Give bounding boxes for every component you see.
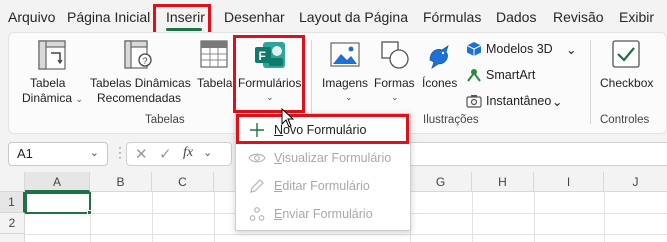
mouse-cursor-icon [281, 108, 295, 128]
grid-line [25, 234, 667, 235]
cancel-icon[interactable]: ✕ [135, 145, 148, 163]
group-label-controles: Controles [600, 114, 650, 126]
menu-item-label: Visualizar Formulário [274, 151, 392, 165]
imagens-label: Imagens [322, 76, 369, 90]
select-all-corner[interactable] [0, 172, 25, 192]
group-label-tabelas: Tabelas [145, 114, 185, 126]
table-icon [200, 40, 228, 68]
pencil-icon [250, 179, 264, 193]
menu-item-visualizar-formulario: Visualizar Formulário [236, 147, 412, 169]
shapes-icon [381, 41, 409, 69]
tabela-dinamica-label-1: Tabela [30, 76, 66, 90]
group-separator [590, 40, 591, 124]
enter-check-icon[interactable]: ✓ [159, 145, 172, 163]
imagens-chevron-icon: ⌄ [345, 92, 353, 102]
menu-item-label: Enviar Formulário [274, 207, 373, 221]
tab-exibir[interactable]: Exibir [619, 9, 654, 25]
column-header[interactable]: J [604, 172, 667, 192]
tab-layout-da-pagina[interactable]: Layout da Página [299, 9, 408, 25]
column-header[interactable]: A [25, 172, 90, 192]
fx-chevron-icon[interactable]: ⌄ [203, 146, 212, 159]
cube-3d-icon [466, 42, 482, 56]
menu-item-label: Editar Formulário [274, 179, 370, 193]
smartart-icon [467, 69, 481, 82]
tabelas-recomendadas-label-2: Recomendadas [97, 91, 182, 105]
smartart-label: SmartArt [486, 68, 536, 82]
group-separator [311, 40, 312, 124]
screenshot-camera-icon [466, 95, 482, 108]
checkbox-label: Checkbox [600, 76, 654, 90]
selected-cell-a1[interactable] [25, 192, 91, 214]
formula-bar-grip-icon: ⋮ [113, 144, 127, 160]
formas-chevron-icon: ⌄ [391, 92, 399, 102]
icones-label: Ícones [422, 76, 458, 90]
row-header[interactable]: 2 [0, 213, 25, 234]
tab-dados[interactable]: Dados [496, 9, 536, 25]
pivot-table-icon [38, 40, 66, 70]
insert-function-icon[interactable]: fx [183, 145, 193, 161]
highlight-box-novo-formulario [236, 114, 409, 144]
instantaneo-label: Instantâneo [486, 94, 552, 108]
formula-input[interactable] [410, 142, 667, 166]
column-header[interactable]: G [410, 172, 472, 192]
tab-pagina-inicial[interactable]: Página Inicial [67, 9, 150, 25]
column-header[interactable]: I [534, 172, 604, 192]
group-label-ilustracoes: Ilustrações [423, 114, 479, 126]
highlight-box-inserir [153, 4, 211, 35]
tabela-label: Tabela [197, 76, 233, 90]
modelos-3d-chevron-icon: ⌄ [566, 43, 577, 57]
share-icon [249, 207, 265, 221]
column-header[interactable]: B [90, 172, 152, 192]
svg-text:?: ? [143, 56, 148, 66]
highlight-box-formularios [233, 35, 305, 113]
name-box-value: A1 [17, 146, 33, 161]
tabela-dinamica-label-2: Dinâmica ⌄ [22, 91, 83, 105]
row-header[interactable]: 1 [0, 192, 25, 213]
image-icon [330, 42, 360, 67]
checkbox-icon [612, 40, 640, 68]
formula-buttons: ✕ ✓ fx ⌄ [126, 142, 232, 166]
column-header[interactable]: C [152, 172, 214, 192]
formas-label: Formas [374, 76, 415, 90]
eye-icon [248, 153, 266, 163]
tab-arquivo[interactable]: Arquivo [8, 9, 55, 25]
tab-desenhar[interactable]: Desenhar [224, 9, 285, 25]
menu-bar: Arquivo Página Inicial Inserir Desenhar … [0, 0, 667, 34]
tab-revisao[interactable]: Revisão [553, 9, 604, 25]
instantaneo-chevron-icon: ⌄ [552, 95, 563, 109]
icons-bird-icon [429, 45, 449, 69]
name-box[interactable]: A1 ⌄ [8, 142, 108, 166]
menu-item-editar-formulario: Editar Formulário [236, 175, 412, 197]
recommended-pivot-icon: ? [124, 40, 152, 69]
column-header[interactable]: H [472, 172, 534, 192]
row-header[interactable] [0, 234, 25, 242]
tab-formulas[interactable]: Fórmulas [423, 9, 481, 25]
menu-item-enviar-formulario: Enviar Formulário [236, 203, 412, 225]
name-box-chevron-icon[interactable]: ⌄ [90, 146, 99, 159]
modelos-3d-label: Modelos 3D [486, 42, 553, 56]
tabelas-recomendadas-label-1: Tabelas Dinâmicas [90, 76, 191, 90]
fill-handle[interactable] [87, 210, 92, 215]
